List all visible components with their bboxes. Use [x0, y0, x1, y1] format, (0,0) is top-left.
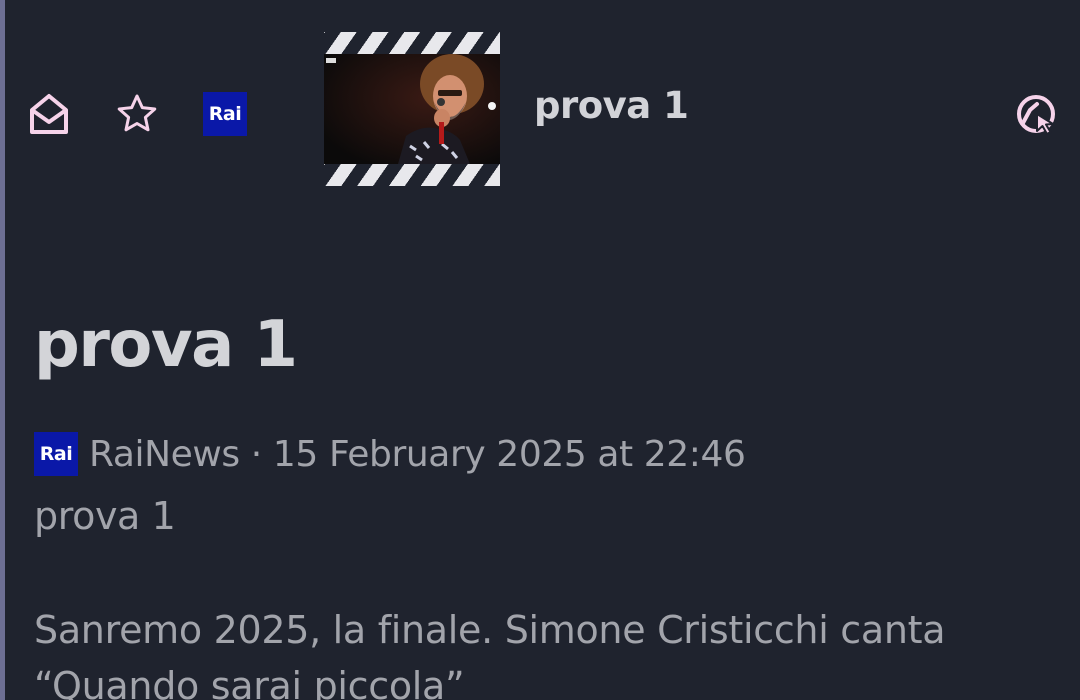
source-button[interactable]: Rai [203, 92, 247, 136]
article-toolbar: Rai prova 1 [0, 0, 1080, 200]
article-author: prova 1 [34, 494, 176, 538]
article-title: prova 1 [34, 308, 298, 382]
share-icon [1017, 95, 1055, 135]
source-and-date: RaiNews · 15 February 2025 at 22:46 [89, 433, 746, 475]
star-button[interactable] [114, 90, 160, 138]
toolbar-title: prova 1 [534, 84, 689, 127]
article-thumbnail[interactable] [324, 32, 500, 186]
article-body: Sanremo 2025, la finale. Simone Cristicc… [34, 608, 946, 700]
article-byline: Rai RaiNews · 15 February 2025 at 22:46 [34, 432, 746, 476]
rai-logo: Rai [203, 92, 247, 136]
mark-read-button[interactable] [26, 90, 72, 138]
thumbnail-image [324, 54, 500, 164]
thumbnail-stripe-top [324, 32, 500, 54]
share-button[interactable] [1012, 90, 1060, 138]
thumbnail-stripe-bottom [324, 164, 500, 186]
source-logo: Rai [34, 432, 78, 476]
mail-open-icon [30, 94, 68, 134]
star-icon [117, 94, 157, 132]
